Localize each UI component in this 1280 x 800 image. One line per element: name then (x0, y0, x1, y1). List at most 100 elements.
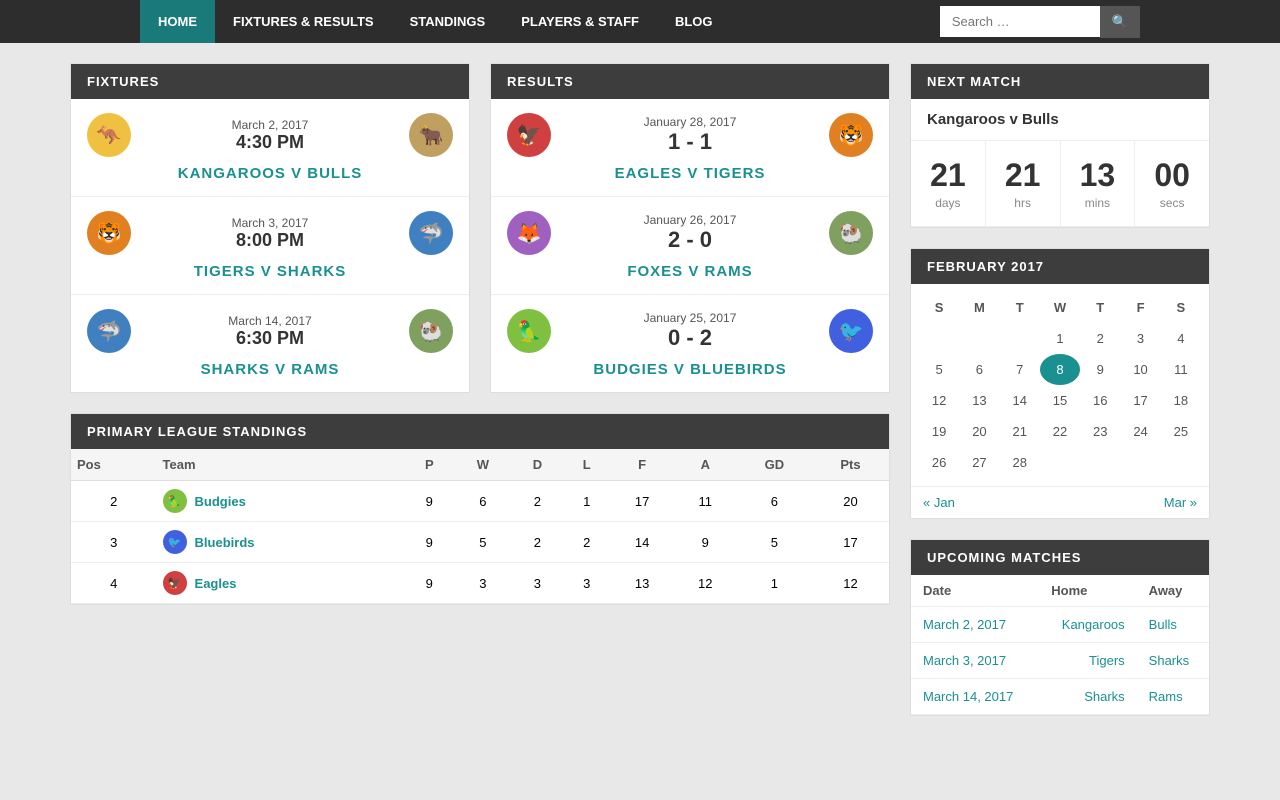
table-row: 3 🐦 Bluebirds 9 5 2 2 14 9 5 17 (71, 522, 889, 563)
countdown: 21 days 21 hrs 13 mins 00 secs (911, 141, 1209, 227)
calendar-table: SMTWTFS 12345678910111213141516171819202… (919, 292, 1201, 478)
cal-empty (1040, 447, 1080, 478)
home-logo: 🦈 (87, 309, 131, 353)
calendar-body: SMTWTFS 12345678910111213141516171819202… (911, 284, 1209, 486)
result-item: 🦜 January 25, 20170 - 2 🐦 BUDGIES V BLUE… (491, 295, 889, 392)
home-logo: 🦅 (507, 113, 551, 157)
upcoming-home: Tigers (1039, 643, 1136, 679)
standings-tbody: 2 🦜 Budgies 9 6 2 1 17 11 6 20 3 🐦 Blueb… (71, 481, 889, 604)
cal-day: 25 (1161, 416, 1201, 447)
search-button[interactable]: 🔍 (1100, 6, 1140, 38)
cal-day: 16 (1080, 385, 1120, 416)
cal-today[interactable]: 8 (1040, 354, 1080, 385)
nav-standings[interactable]: STANDINGS (392, 0, 504, 43)
cal-day: 26 (919, 447, 959, 478)
standings-col: D (512, 449, 563, 481)
cal-day: 27 (959, 447, 999, 478)
cal-day: 23 (1080, 416, 1120, 447)
team-link[interactable]: Budgies (195, 494, 246, 509)
search-input[interactable] (940, 6, 1100, 37)
calendar-next[interactable]: Mar » (1164, 495, 1197, 510)
countdown-hrs-num: 21 (994, 157, 1052, 194)
nav-home[interactable]: HOME (140, 0, 215, 43)
standings-table-container: PosTeamPWDLFAGDPts 2 🦜 Budgies 9 6 2 1 1… (71, 449, 889, 604)
cal-day: 3 (1120, 323, 1160, 354)
away-logo: 🐏 (409, 309, 453, 353)
cal-day: 18 (1161, 385, 1201, 416)
cal-empty (959, 323, 999, 354)
match-date: March 3, 20178:00 PM (145, 216, 395, 251)
standings-col: W (454, 449, 512, 481)
cal-day-header: T (1000, 292, 1040, 323)
cal-day: 7 (1000, 354, 1040, 385)
team-icon: 🦜 (163, 489, 187, 513)
fixture-item: 🦘 March 2, 20174:30 PM 🐂 KANGAROOS V BUL… (71, 99, 469, 197)
upcoming-date: March 2, 2017 (911, 607, 1039, 643)
cal-day: 22 (1040, 416, 1080, 447)
results-list: 🦅 January 28, 20171 - 1 🐯 EAGLES V TIGER… (491, 99, 889, 392)
cal-day-header: M (959, 292, 999, 323)
cal-day-header: S (919, 292, 959, 323)
match-title: TIGERS V SHARKS (194, 263, 347, 280)
home-logo: 🐯 (87, 211, 131, 255)
standing-team: 🦅 Eagles (157, 563, 405, 604)
upcoming-widget: UPCOMING MATCHES DateHomeAway March 2, 2… (910, 539, 1210, 716)
calendar-header: FEBRUARY 2017 (911, 249, 1209, 284)
main-nav: HOME FIXTURES & RESULTS STANDINGS PLAYER… (0, 0, 1280, 43)
nav-fixtures[interactable]: FIXTURES & RESULTS (215, 0, 392, 43)
standings-col: F (611, 449, 674, 481)
next-match-header: NEXT MATCH (911, 64, 1209, 99)
away-logo: 🦈 (409, 211, 453, 255)
home-logo: 🦜 (507, 309, 551, 353)
team-icon: 🦅 (163, 571, 187, 595)
cal-day: 11 (1161, 354, 1201, 385)
upcoming-away: Rams (1137, 679, 1209, 715)
standings-col: Pts (812, 449, 889, 481)
home-logo: 🦘 (87, 113, 131, 157)
team-link[interactable]: Eagles (195, 576, 237, 591)
nav-players[interactable]: PLAYERS & STAFF (503, 0, 657, 43)
page-wrap: FIXTURES 🦘 March 2, 20174:30 PM 🐂 KANGAR… (70, 43, 1210, 736)
standings-col: P (405, 449, 454, 481)
home-logo: 🦊 (507, 211, 551, 255)
countdown-mins-num: 13 (1069, 157, 1127, 194)
cal-empty (1161, 447, 1201, 478)
countdown-secs-label: secs (1143, 196, 1201, 210)
countdown-hrs-label: hrs (994, 196, 1052, 210)
upcoming-date: March 14, 2017 (911, 679, 1039, 715)
cal-day: 14 (1000, 385, 1040, 416)
results-header: RESULTS (491, 64, 889, 99)
standings-header: PRIMARY LEAGUE STANDINGS (71, 414, 889, 449)
result-item: 🦅 January 28, 20171 - 1 🐯 EAGLES V TIGER… (491, 99, 889, 197)
team-link[interactable]: Bluebirds (195, 535, 255, 550)
upcoming-home: Sharks (1039, 679, 1136, 715)
upcoming-date: March 3, 2017 (911, 643, 1039, 679)
cal-day: 20 (959, 416, 999, 447)
match-date: January 26, 20172 - 0 (565, 213, 815, 253)
nav-blog[interactable]: BLOG (657, 0, 731, 43)
calendar-widget: FEBRUARY 2017 SMTWTFS 123456789101112131… (910, 248, 1210, 519)
cal-empty (919, 323, 959, 354)
table-row: March 14, 2017 Sharks Rams (911, 679, 1209, 715)
away-logo: 🐏 (829, 211, 873, 255)
upcoming-thead: DateHomeAway (911, 575, 1209, 607)
cal-day: 4 (1161, 323, 1201, 354)
match-title: FOXES V RAMS (627, 263, 752, 280)
match-date: January 25, 20170 - 2 (565, 311, 815, 351)
cal-empty (1080, 447, 1120, 478)
cal-day-header: F (1120, 292, 1160, 323)
upcoming-home: Kangaroos (1039, 607, 1136, 643)
countdown-days: 21 days (911, 141, 986, 226)
results-widget: RESULTS 🦅 January 28, 20171 - 1 🐯 EAGLES… (490, 63, 890, 393)
standing-team: 🐦 Bluebirds (157, 522, 405, 563)
cal-day-header: W (1040, 292, 1080, 323)
match-title: BUDGIES V BLUEBIRDS (593, 361, 786, 378)
cal-day: 9 (1080, 354, 1120, 385)
standings-thead: PosTeamPWDLFAGDPts (71, 449, 889, 481)
calendar-prev[interactable]: « Jan (923, 495, 955, 510)
standings-col: Team (157, 449, 405, 481)
cal-day: 28 (1000, 447, 1040, 478)
calendar-nav: « Jan Mar » (911, 486, 1209, 518)
match-title: SHARKS V RAMS (201, 361, 340, 378)
countdown-days-label: days (919, 196, 977, 210)
